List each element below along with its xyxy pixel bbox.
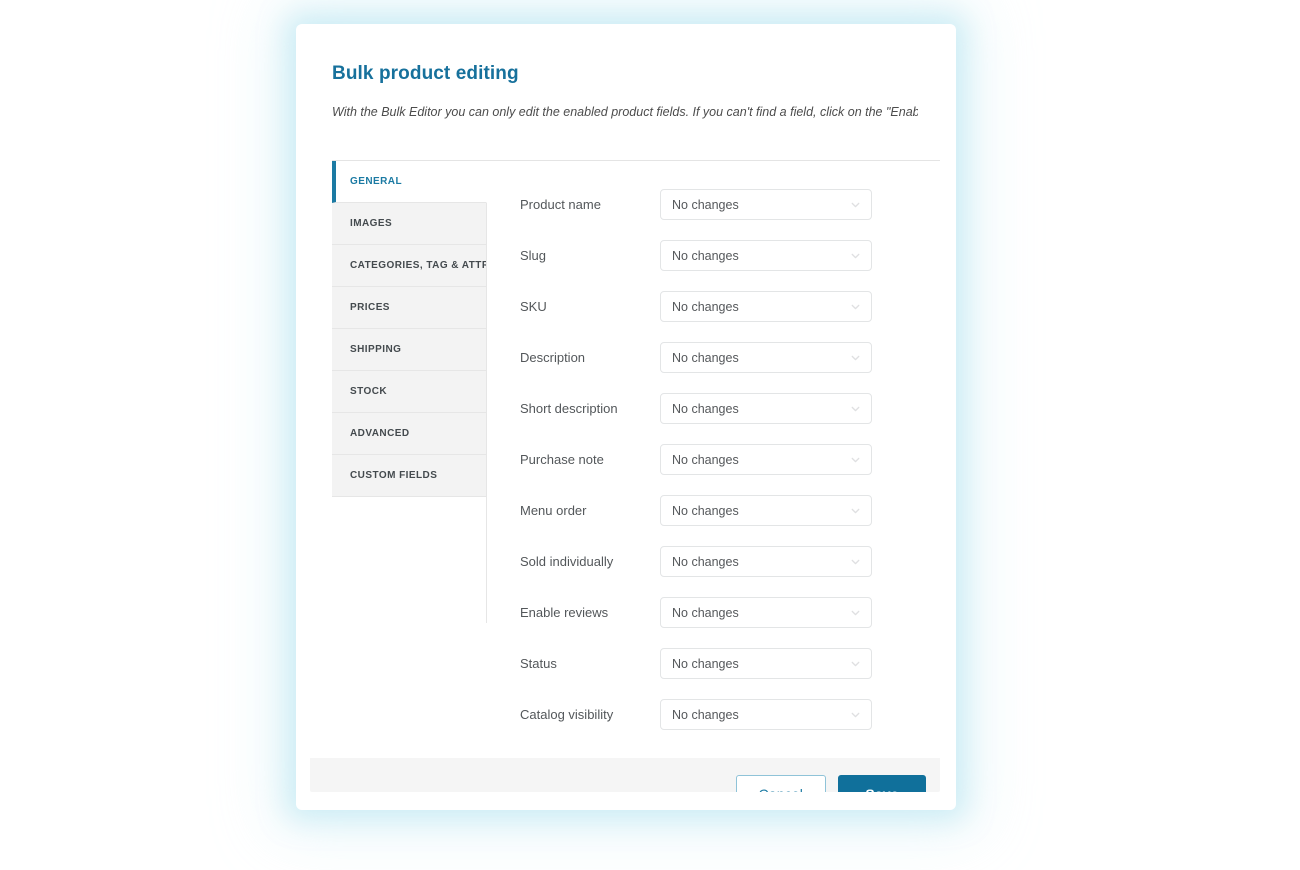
dialog-footer: Cancel Save	[310, 758, 940, 792]
tab-stock[interactable]: STOCK	[332, 371, 487, 413]
tab-custom-fields[interactable]: CUSTOM FIELDS	[332, 455, 487, 497]
field-label: Description	[520, 350, 586, 365]
field-select[interactable]: No changes	[660, 393, 872, 424]
chevron-down-icon	[849, 300, 862, 313]
tab-label: GENERAL	[350, 176, 403, 187]
field-select[interactable]: No changes	[660, 240, 872, 271]
dialog-header: Bulk product editing With the Bulk Edito…	[310, 38, 940, 121]
field-label: Short description	[520, 401, 618, 416]
chevron-down-icon	[849, 708, 862, 721]
field-row: Purchase note No changes	[487, 434, 940, 485]
tab-label: CATEGORIES, TAG & ATTRIBUTES	[350, 260, 486, 271]
bulk-product-editing-dialog: Bulk product editing With the Bulk Edito…	[310, 38, 940, 792]
field-row: SKU No changes	[487, 281, 940, 332]
chevron-down-icon	[849, 198, 862, 211]
field-select-value: No changes	[672, 350, 739, 365]
field-select[interactable]: No changes	[660, 597, 872, 628]
save-button[interactable]: Save	[838, 775, 926, 792]
chevron-down-icon	[849, 453, 862, 466]
field-select[interactable]: No changes	[660, 291, 872, 322]
tab-label: PRICES	[350, 302, 390, 313]
field-row: Sold individually No changes	[487, 536, 940, 587]
tab-advanced[interactable]: ADVANCED	[332, 413, 487, 455]
field-row: Catalog visibility No changes	[487, 689, 940, 740]
tab-prices[interactable]: PRICES	[332, 287, 487, 329]
dialog-body: GENERAL IMAGES CATEGORIES, TAG & ATTRIBUTE…	[332, 160, 940, 758]
field-select[interactable]: No changes	[660, 189, 872, 220]
field-label: SKU	[520, 299, 547, 314]
field-select[interactable]: No changes	[660, 342, 872, 373]
field-label: Catalog visibility	[520, 707, 614, 722]
chevron-down-icon	[849, 657, 862, 670]
field-select[interactable]: No changes	[660, 546, 872, 577]
chevron-down-icon	[849, 402, 862, 415]
field-row: Status No changes	[487, 638, 940, 689]
field-select-value: No changes	[672, 248, 739, 263]
dialog-subtitle: With the Bulk Editor you can only edit t…	[332, 105, 918, 119]
field-select-value: No changes	[672, 452, 739, 467]
field-label: Sold individually	[520, 554, 614, 569]
tab-categories-tag-attributes[interactable]: CATEGORIES, TAG & ATTRIBUTES	[332, 245, 487, 287]
tab-general[interactable]: GENERAL	[332, 161, 487, 203]
tab-shipping[interactable]: SHIPPING	[332, 329, 487, 371]
field-row: Product name No changes	[487, 179, 940, 230]
field-row: Menu order No changes	[487, 485, 940, 536]
field-label: Product name	[520, 197, 601, 212]
chevron-down-icon	[849, 606, 862, 619]
field-select-value: No changes	[672, 197, 739, 212]
field-select-value: No changes	[672, 707, 739, 722]
field-label: Menu order	[520, 503, 587, 518]
field-label: Slug	[520, 248, 547, 263]
tab-list-filler	[332, 497, 487, 623]
tab-label: IMAGES	[350, 218, 393, 229]
field-select-value: No changes	[672, 299, 739, 314]
field-label: Enable reviews	[520, 605, 609, 620]
page-title: Bulk product editing	[332, 63, 519, 84]
tab-label: CUSTOM FIELDS	[350, 470, 438, 481]
field-row: Short description No changes	[487, 383, 940, 434]
screen: Bulk product editing With the Bulk Edito…	[0, 0, 1300, 870]
tab-label: ADVANCED	[350, 428, 410, 439]
field-label: Purchase note	[520, 452, 604, 467]
field-select-value: No changes	[672, 605, 739, 620]
cancel-button[interactable]: Cancel	[735, 775, 826, 792]
tab-images[interactable]: IMAGES	[332, 203, 487, 245]
chevron-down-icon	[849, 249, 862, 262]
field-select-value: No changes	[672, 503, 739, 518]
field-row: Description No changes	[487, 332, 940, 383]
body-scrollbar[interactable]	[933, 161, 940, 758]
chevron-down-icon	[849, 351, 862, 364]
tab-label: SHIPPING	[350, 344, 402, 355]
field-select[interactable]: No changes	[660, 699, 872, 730]
field-label: Status	[520, 656, 557, 671]
field-select-value: No changes	[672, 554, 739, 569]
field-select[interactable]: No changes	[660, 648, 872, 679]
field-row: Slug No changes	[487, 230, 940, 281]
field-select-value: No changes	[672, 656, 739, 671]
chevron-down-icon	[849, 555, 862, 568]
field-select[interactable]: No changes	[660, 444, 872, 475]
chevron-down-icon	[849, 504, 862, 517]
field-select[interactable]: No changes	[660, 495, 872, 526]
field-row: Enable reviews No changes	[487, 587, 940, 638]
tab-label: STOCK	[350, 386, 388, 397]
fields-pane[interactable]: Product name No changes Slug No changes SKU N…	[487, 161, 940, 758]
tab-list: GENERAL IMAGES CATEGORIES, TAG & ATTRIBUTE…	[332, 161, 487, 758]
field-select-value: No changes	[672, 401, 739, 416]
